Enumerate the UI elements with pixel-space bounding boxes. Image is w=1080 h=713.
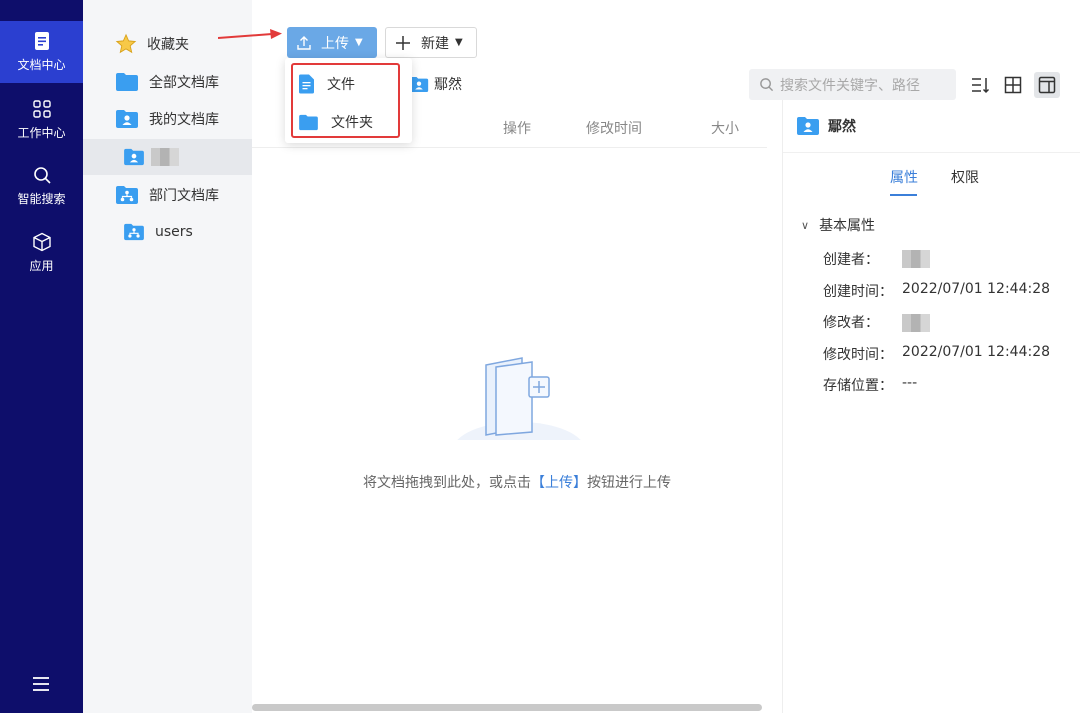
sort-icon xyxy=(972,78,990,94)
library-tree: 收藏夹 全部文档库 我的文档库 部门文档库 users xyxy=(83,0,252,713)
redacted-username xyxy=(151,148,179,166)
tree-item-my-library[interactable]: 我的文档库 xyxy=(83,101,252,137)
org-folder-icon xyxy=(124,223,144,241)
column-size[interactable]: 大小 xyxy=(711,118,739,138)
search-icon xyxy=(760,78,774,92)
tree-item-department-library[interactable]: 部门文档库 xyxy=(83,177,252,213)
file-icon xyxy=(299,74,314,94)
new-label: 新建 xyxy=(421,35,449,52)
details-title: 鄢然 xyxy=(796,116,856,136)
active-tab-indicator xyxy=(890,194,917,196)
column-actions[interactable]: 操作 xyxy=(503,118,531,138)
prop-created-time-value: 2022/07/01 12:44:28 xyxy=(902,281,1051,297)
rail-item-label: 工作中心 xyxy=(17,126,66,140)
annotation-arrow-icon xyxy=(218,29,282,39)
caret-down-icon: ▼ xyxy=(355,37,363,48)
hamburger-menu-icon[interactable] xyxy=(31,674,51,694)
horizontal-scrollbar[interactable] xyxy=(252,704,762,711)
tree-item-label: 部门文档库 xyxy=(149,188,219,204)
empty-hint-text: 按钮进行上传 xyxy=(587,475,671,491)
menu-item-upload-file[interactable]: 文件 xyxy=(285,65,412,103)
upload-icon xyxy=(297,35,311,50)
breadcrumb-current: 鄢然 xyxy=(434,77,462,93)
prop-modifier-value-redacted xyxy=(902,314,930,332)
tree-item-all-libraries[interactable]: 全部文档库 xyxy=(83,64,252,100)
divider xyxy=(783,152,1080,153)
tree-item-label: users xyxy=(155,224,193,240)
empty-folder-illustration xyxy=(452,357,587,460)
details-panel: 鄢然 属性 权限 ∨ 基本属性 创建者： 创建时间： 2022/07/01 12… xyxy=(782,100,1080,713)
tree-item-label: 我的文档库 xyxy=(149,112,219,128)
menu-item-upload-folder[interactable]: 文件夹 xyxy=(285,103,412,141)
star-icon xyxy=(115,33,137,54)
rail-item-document-center[interactable]: 文档中心 xyxy=(0,21,83,83)
tree-item-label: 收藏夹 xyxy=(147,37,189,53)
rail-item-label: 文档中心 xyxy=(17,58,66,72)
grid-icon xyxy=(32,100,51,118)
rail-item-label: 应用 xyxy=(29,259,54,273)
search-input[interactable]: 搜索文件关键字、路径 xyxy=(749,69,956,100)
column-modified-time[interactable]: 修改时间 xyxy=(586,118,642,138)
upload-label: 上传 xyxy=(321,35,349,52)
prop-creator-value-redacted xyxy=(902,250,930,268)
tree-item-users[interactable]: users xyxy=(83,214,252,250)
user-folder-icon xyxy=(124,148,144,166)
folder-icon xyxy=(299,114,318,130)
rail-item-label: 智能搜索 xyxy=(17,192,66,206)
tree-item-personal-folder[interactable] xyxy=(83,139,252,175)
prop-created-time-label: 创建时间： xyxy=(823,284,893,300)
panel-layout-icon xyxy=(1038,76,1056,94)
search-placeholder: 搜索文件关键字、路径 xyxy=(780,77,920,94)
caret-down-icon: ▼ xyxy=(455,37,463,48)
user-folder-icon xyxy=(116,110,138,128)
detail-panel-toggle[interactable] xyxy=(1034,72,1060,98)
nav-rail: 文档中心 工作中心 智能搜索 应用 xyxy=(0,0,83,713)
details-title-text: 鄢然 xyxy=(828,119,856,135)
rail-item-apps[interactable]: 应用 xyxy=(0,222,83,284)
user-folder-icon xyxy=(409,76,429,92)
chevron-down-icon: ∨ xyxy=(801,218,810,232)
prop-modifier-label: 修改者： xyxy=(823,315,879,331)
upload-dropdown-menu: 文件 文件夹 xyxy=(285,58,412,143)
empty-hint: 将文档拖拽到此处，或点击【上传】按钮进行上传 xyxy=(252,472,782,492)
section-label: 基本属性 xyxy=(819,218,876,234)
tree-item-label: 全部文档库 xyxy=(149,75,219,91)
search-icon xyxy=(33,167,51,184)
folder-icon xyxy=(116,73,138,91)
prop-storage-location-label: 存储位置： xyxy=(823,378,893,394)
prop-modified-time-label: 修改时间： xyxy=(823,347,893,363)
prop-modified-time-value: 2022/07/01 12:44:28 xyxy=(902,344,1051,360)
upload-link[interactable]: 【上传】 xyxy=(531,475,587,491)
section-basic-properties[interactable]: ∨ 基本属性 xyxy=(801,215,875,235)
grid-view-button[interactable] xyxy=(1000,72,1026,98)
rail-item-work-center[interactable]: 工作中心 xyxy=(0,89,83,151)
sort-button[interactable] xyxy=(967,72,993,98)
upload-button[interactable]: 上传 ▼ xyxy=(287,27,377,58)
menu-item-label: 文件夹 xyxy=(331,115,373,131)
grid-view-icon xyxy=(1004,76,1022,94)
breadcrumb[interactable]: 鄢然 xyxy=(409,74,462,94)
empty-hint-text: 将文档拖拽到此处，或点击 xyxy=(363,475,531,491)
user-folder-icon xyxy=(797,117,819,135)
rail-item-smart-search[interactable]: 智能搜索 xyxy=(0,155,83,217)
prop-creator-label: 创建者： xyxy=(823,252,879,268)
new-button[interactable]: 新建 ▼ xyxy=(385,27,477,58)
tab-permissions[interactable]: 权限 xyxy=(951,167,979,187)
cube-icon xyxy=(32,232,51,252)
document-icon xyxy=(34,32,49,50)
menu-item-label: 文件 xyxy=(327,77,355,93)
org-folder-icon xyxy=(116,186,138,204)
plus-icon xyxy=(396,35,410,50)
prop-storage-location-value: --- xyxy=(902,375,918,391)
tab-properties[interactable]: 属性 xyxy=(890,167,918,187)
